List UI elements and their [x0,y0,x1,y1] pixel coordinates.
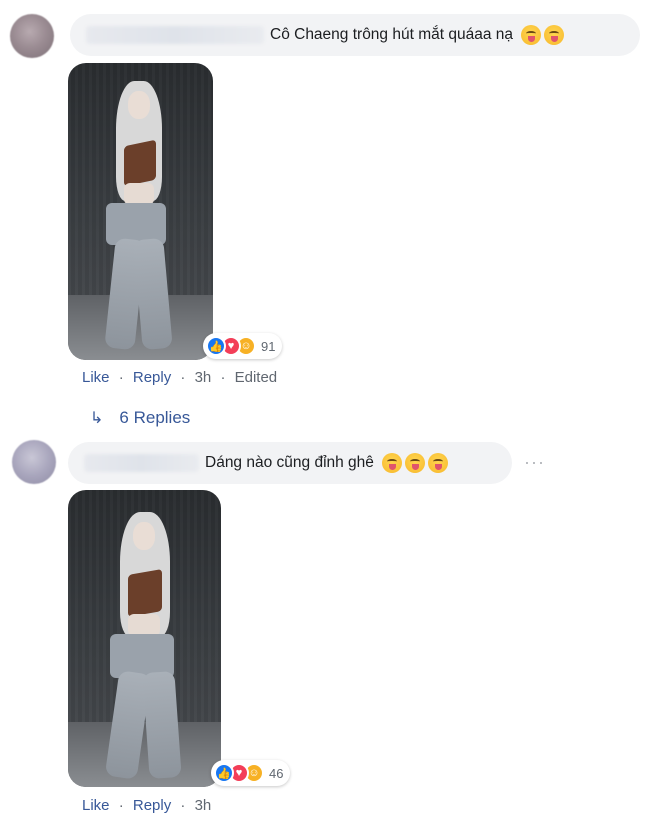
comment-bubble: Cô Chaeng trông hút mắt quáaa nạ [70,14,640,56]
tongue-out-emoji-icon [404,453,425,473]
comment-text: Cô Chaeng trông hút mắt quáaa nạ [270,26,514,43]
tongue-out-emoji-icon [381,453,402,473]
like-link[interactable]: Like [82,797,110,814]
reaction-count: 46 [269,765,284,781]
comment-actions: Like · Reply · 3h · Edited [82,369,277,386]
reply-link[interactable]: Reply [133,369,171,386]
tongue-out-emoji-icon [544,25,565,45]
figure-face [133,522,155,550]
reply-link[interactable]: Reply [133,797,171,814]
comment-text: Dáng nào cũng đỉnh ghê [205,454,374,471]
like-reaction-icon: 👍 [206,336,226,356]
reply-arrow-icon: ↳ [90,410,104,427]
separator: · [220,369,226,386]
more-options-button[interactable]: ··· [524,452,545,473]
separator: · [180,369,186,386]
figure-top [124,139,156,187]
author-name-blurred[interactable] [86,26,264,44]
reaction-count: 91 [261,338,276,354]
like-reaction-icon: 👍 [214,763,234,783]
tongue-out-emoji-icon [521,25,542,45]
timestamp[interactable]: 3h [195,797,212,814]
comment-photo[interactable] [68,490,221,787]
figure-top [128,569,162,617]
figure-waist [128,614,160,636]
reactions-summary[interactable]: 👍 ♥ ☺ 91 [203,333,283,359]
view-replies-link[interactable]: ↳ 6 Replies [90,408,190,428]
separator: · [118,797,124,814]
separator: · [118,369,124,386]
photo-floor [68,721,221,787]
like-link[interactable]: Like [82,369,110,386]
edited-label[interactable]: Edited [235,369,278,386]
tongue-out-emoji-icon [427,453,448,473]
reactions-summary[interactable]: 👍 ♥ ☺ 46 [211,760,291,786]
figure-waist [124,183,154,205]
timestamp[interactable]: 3h [195,369,212,386]
replies-count-label: 6 Replies [119,408,191,427]
author-name-blurred[interactable] [84,454,199,472]
avatar[interactable] [12,440,56,484]
comment-photo[interactable] [68,63,213,360]
comment-bubble: Dáng nào cũng đỉnh ghê [68,442,512,484]
separator: · [180,797,186,814]
avatar[interactable] [10,14,54,58]
figure-face [128,91,150,119]
comment-actions: Like · Reply · 3h [82,797,211,814]
